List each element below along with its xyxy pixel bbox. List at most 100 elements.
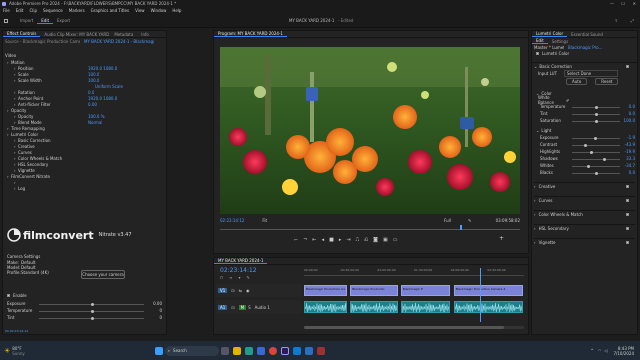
v1-toggle[interactable]: V1 bbox=[218, 288, 228, 293]
lumetri-section-header[interactable]: › Creative bbox=[534, 182, 635, 190]
section-enable-checkbox[interactable] bbox=[626, 241, 629, 244]
section-enable-checkbox[interactable] bbox=[626, 199, 629, 202]
program-title[interactable]: Program: MY BACK YARD 2024-1 bbox=[214, 31, 287, 37]
expand-chevron-icon[interactable]: › bbox=[14, 180, 18, 185]
fullscreen-icon[interactable]: ⤢ bbox=[631, 18, 634, 23]
a1-solo[interactable]: S bbox=[248, 305, 251, 310]
menu-graphics[interactable]: Graphics and Titles bbox=[91, 8, 129, 13]
playhead-marker[interactable] bbox=[460, 225, 462, 230]
lumetri-slider[interactable] bbox=[572, 165, 620, 168]
filmconvert-slider[interactable] bbox=[39, 310, 144, 313]
timeline-playhead[interactable] bbox=[480, 268, 481, 322]
audio-clip[interactable] bbox=[350, 301, 398, 313]
timeline-ruler[interactable]: 00:00:00 00:30:00:00 01:00:00:00 01:30:00:0… bbox=[304, 268, 524, 276]
photos-icon[interactable] bbox=[292, 346, 301, 355]
close-button[interactable]: ✕ bbox=[633, 1, 636, 6]
lumetri-slider-value[interactable]: 0.0 bbox=[629, 104, 635, 109]
slider-knob[interactable] bbox=[90, 310, 94, 313]
lumetri-slider-value[interactable]: -1.9 bbox=[627, 135, 635, 140]
basic-correction-header[interactable]: ⌄ Basic Correction bbox=[532, 62, 637, 70]
lumetri-slider-value[interactable]: 0.0 bbox=[629, 170, 635, 175]
store-icon[interactable] bbox=[256, 346, 265, 355]
volume-icon[interactable]: ◁ bbox=[604, 348, 607, 353]
slider-knob[interactable] bbox=[586, 165, 590, 168]
menu-help[interactable]: Help bbox=[172, 8, 181, 13]
sequence-label[interactable]: MY BACK YARD 2024-1 - Blackmagic P... bbox=[84, 39, 154, 44]
lift-icon[interactable]: ⎍ bbox=[356, 237, 360, 243]
slider-knob[interactable] bbox=[593, 137, 597, 140]
property-value[interactable]: Uniform Scale bbox=[95, 84, 123, 89]
extract-icon[interactable]: ⎌ bbox=[364, 237, 368, 243]
filmconvert-slider-value[interactable]: 0.00 bbox=[153, 301, 162, 306]
tab-lumetri-color[interactable]: Lumetri Color bbox=[532, 31, 568, 37]
go-to-in-icon[interactable]: ⇤ bbox=[312, 237, 316, 243]
subtab-edit[interactable]: Edit bbox=[532, 38, 548, 44]
mail-icon[interactable] bbox=[304, 346, 313, 355]
menu-sequence[interactable]: Sequence bbox=[43, 8, 63, 13]
wifi-icon[interactable]: ◠ bbox=[598, 348, 602, 353]
lumetri-slider-value[interactable]: -43.9 bbox=[625, 142, 635, 147]
safe-margins-icon[interactable]: ▭ bbox=[393, 237, 398, 243]
input-lut-select[interactable]: Select Done bbox=[564, 70, 618, 77]
camera-icon[interactable]: ◙ bbox=[373, 237, 378, 243]
master-label[interactable]: Master * Lumetri Color bbox=[534, 45, 564, 50]
audio-clip[interactable] bbox=[304, 301, 347, 313]
audio-clip[interactable] bbox=[453, 301, 523, 313]
menu-clip[interactable]: Clip bbox=[29, 8, 37, 13]
lumetri-slider-value[interactable]: 33.3 bbox=[626, 156, 635, 161]
v1-eye-icon[interactable]: ◉ bbox=[246, 288, 250, 293]
lumetri-slider-value[interactable]: -34.7 bbox=[625, 163, 635, 168]
enable-checkbox[interactable] bbox=[7, 293, 10, 297]
slider-knob[interactable] bbox=[602, 158, 606, 161]
video-clip[interactable]: Blackmagic Productio bbox=[350, 285, 398, 296]
menu-view[interactable]: View bbox=[135, 8, 145, 13]
lumetri-effect-checkbox[interactable] bbox=[536, 51, 539, 55]
property-value[interactable]: 100.0 bbox=[88, 78, 99, 83]
timeline-scrollbar[interactable] bbox=[304, 326, 524, 329]
maximize-button[interactable]: ☐ bbox=[621, 1, 625, 6]
property-value[interactable]: Normal bbox=[88, 120, 102, 125]
property-value[interactable]: 100.0 bbox=[88, 72, 99, 77]
go-to-out-icon[interactable]: ⇥ bbox=[346, 237, 350, 243]
slider-knob[interactable] bbox=[584, 144, 588, 147]
slider-knob[interactable] bbox=[595, 120, 598, 123]
auto-button[interactable]: Auto bbox=[566, 78, 588, 85]
lumetri-slider[interactable] bbox=[572, 172, 620, 175]
slider-knob[interactable] bbox=[590, 151, 594, 154]
timeline-tab[interactable]: MY BACK YARD 2024-1 bbox=[214, 258, 268, 264]
section-enable-checkbox[interactable] bbox=[626, 227, 629, 230]
marker-icon[interactable]: ▾ bbox=[238, 275, 240, 280]
video-clip[interactable]: Blackmagic Production Ca bbox=[304, 285, 347, 296]
slider-knob[interactable] bbox=[595, 172, 598, 175]
choose-camera-button[interactable]: Choose your camera bbox=[81, 270, 125, 279]
minimize-button[interactable]: — bbox=[610, 1, 614, 6]
filmconvert-slider[interactable] bbox=[39, 317, 144, 320]
clock-date[interactable]: 7/10/2024 bbox=[613, 351, 634, 356]
tab-effect-controls[interactable]: Effect Controls bbox=[3, 31, 41, 37]
tab-essential-sound[interactable]: Essential Sound bbox=[567, 32, 607, 37]
quality-select[interactable]: Full bbox=[444, 218, 451, 223]
property-value[interactable]: 0.0 bbox=[88, 90, 94, 95]
add-button-icon[interactable]: + bbox=[499, 235, 504, 242]
timeline-timecode[interactable]: 02:23:14:12 bbox=[220, 267, 257, 274]
v1-lock-icon[interactable]: ⊡ bbox=[231, 288, 234, 293]
tab-audio-mixer[interactable]: Audio Clip Mixer: MY BACK YARD 2024-1 bbox=[40, 32, 110, 37]
property-value[interactable]: 100.0 % bbox=[88, 114, 105, 119]
reset-button[interactable]: Reset bbox=[595, 78, 619, 85]
lumetri-slider[interactable] bbox=[572, 137, 620, 140]
edge-icon[interactable] bbox=[244, 346, 253, 355]
weather-widget[interactable]: ☀ 80°F Sunny bbox=[4, 346, 25, 356]
property-value[interactable]: 1920.0 1080.0 bbox=[88, 66, 117, 71]
lumetri-section-header[interactable]: › Color Wheels & Match bbox=[534, 210, 635, 218]
subtab-settings[interactable]: Settings bbox=[548, 39, 572, 44]
property-value[interactable]: 1920.0 1080.0 bbox=[88, 96, 117, 101]
lumetri-slider[interactable] bbox=[572, 151, 620, 154]
video-clip[interactable]: Blackmagic Production Camera 4 bbox=[453, 285, 523, 296]
tab-import[interactable]: Import bbox=[16, 18, 37, 23]
file-explorer-icon[interactable] bbox=[232, 346, 241, 355]
section-enable-checkbox[interactable] bbox=[626, 213, 629, 216]
settings-wrench-icon[interactable]: ✎ bbox=[246, 275, 249, 280]
lumetri-slider[interactable] bbox=[572, 158, 620, 161]
zoom-select[interactable]: Fit bbox=[262, 218, 267, 223]
slider-knob[interactable] bbox=[90, 303, 94, 306]
